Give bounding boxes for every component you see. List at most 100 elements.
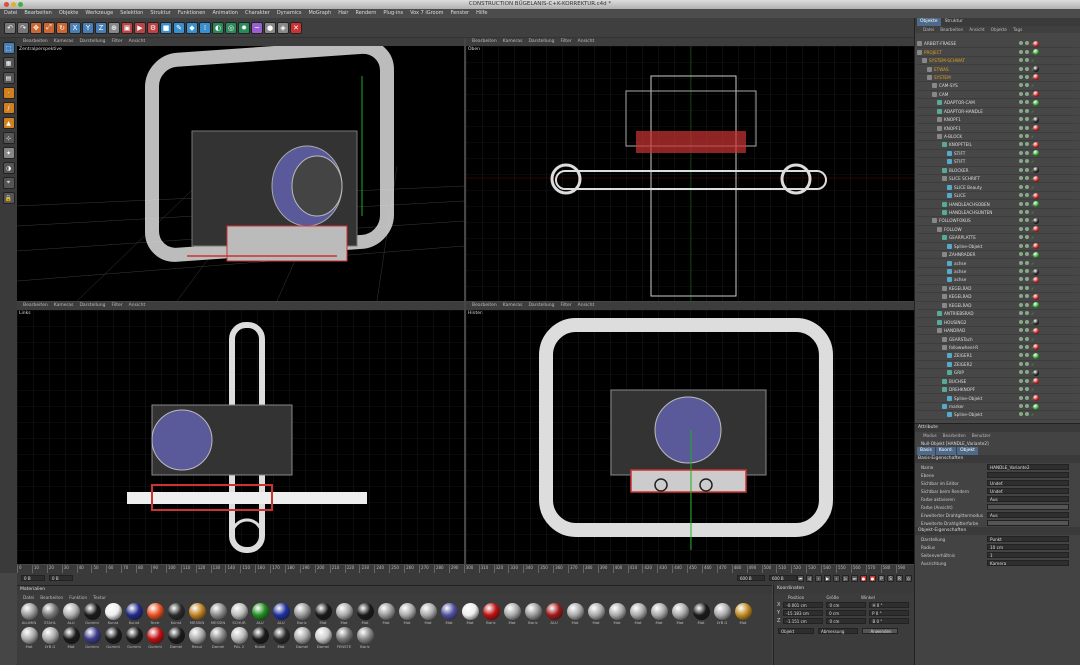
light-icon[interactable]: ✹ — [238, 21, 250, 34]
material-swatch[interactable]: Mat — [628, 603, 648, 626]
pen-icon[interactable]: ✎ — [173, 21, 185, 34]
visibility-dot[interactable] — [1025, 243, 1029, 248]
material-swatch[interactable]: Kunst — [103, 603, 123, 626]
enabled-check-icon[interactable]: ✓ — [1031, 159, 1034, 164]
visibility-dot[interactable] — [1019, 328, 1023, 333]
visibility-dot[interactable] — [1019, 319, 1023, 324]
deformer-icon[interactable]: ~ — [251, 21, 263, 34]
object-tree-item[interactable]: DREHKNOPF ✓ — [917, 386, 1079, 395]
object-tree-item[interactable]: SLICE SCHRIFT✓ — [917, 175, 1079, 184]
timeline-start-field[interactable]: 0 B — [21, 575, 45, 581]
viewport-menu-item[interactable]: Kameras — [503, 302, 523, 310]
material-tag-icon[interactable] — [1033, 378, 1039, 385]
object-menu-item[interactable]: Ansicht — [969, 27, 984, 32]
viewport-menu-item[interactable]: Darstellung — [79, 38, 105, 46]
visibility-flags[interactable]: ✓ — [1019, 387, 1034, 392]
material-swatch[interactable]: PAL 2 — [229, 627, 249, 650]
snap-icon[interactable]: ⌖ — [2, 177, 15, 189]
visibility-dot[interactable] — [1025, 209, 1029, 214]
object-tree-item[interactable]: GRIP✓ — [917, 369, 1079, 378]
visibility-dot[interactable] — [1019, 209, 1023, 214]
material-tag-icon[interactable] — [1033, 395, 1039, 402]
enabled-check-icon[interactable]: ✓ — [1031, 362, 1034, 367]
object-menu-item[interactable]: Bearbeiten — [940, 27, 963, 32]
visibility-dot[interactable] — [1019, 176, 1023, 181]
attribute-tab[interactable]: Basis — [917, 447, 935, 455]
viewport-top[interactable]: Bearbeiten Kameras Darstellung Filter Ansich… — [466, 38, 914, 301]
visibility-dot[interactable] — [1025, 193, 1029, 198]
visibility-dot[interactable] — [1025, 218, 1029, 223]
material-tag-icon[interactable] — [1033, 125, 1039, 132]
material-swatch[interactable]: Kunst — [166, 603, 186, 626]
visibility-dot[interactable] — [1019, 142, 1023, 147]
object-tree-item[interactable]: FOLLOW✓ — [917, 226, 1079, 235]
object-tree-item[interactable]: ETWAS✓ — [917, 65, 1079, 74]
visibility-dot[interactable] — [1025, 269, 1029, 274]
visibility-dot[interactable] — [1025, 83, 1029, 88]
coord-position-field[interactable]: -15.183 cm — [783, 610, 824, 616]
edges-mode-icon[interactable]: / — [2, 102, 15, 114]
attribute-value-field[interactable] — [987, 472, 1069, 478]
visibility-dot[interactable] — [1019, 74, 1023, 79]
object-tree-item[interactable]: FOLLOWFOKUS✓ — [917, 217, 1079, 226]
visibility-dot[interactable] — [1025, 387, 1029, 392]
object-tree-item[interactable]: ADAPTOR-HANDLE ✓ — [917, 108, 1079, 116]
object-tree-item[interactable]: Spline-Objekt✓ — [917, 243, 1079, 251]
play-icon[interactable]: ▶ — [824, 575, 831, 582]
enabled-check-icon[interactable]: ✓ — [1031, 412, 1034, 417]
material-swatch[interactable]: Mat — [313, 603, 333, 626]
visibility-dot[interactable] — [1025, 344, 1029, 349]
visibility-dot[interactable] — [1019, 150, 1023, 155]
material-tag-icon[interactable] — [1033, 66, 1039, 73]
python-icon[interactable]: ✕ — [290, 21, 302, 34]
menu-item[interactable]: MoGraph — [308, 9, 331, 18]
visibility-dot[interactable] — [1019, 91, 1023, 96]
object-tree-item[interactable]: followwheel-R✓ — [917, 344, 1079, 353]
object-tree-item[interactable]: ZEIGER2 ✓ — [917, 361, 1079, 370]
material-tag-icon[interactable] — [1033, 74, 1039, 81]
visibility-dot[interactable] — [1025, 302, 1029, 307]
material-swatch[interactable]: Mat — [502, 603, 522, 626]
viewport-menu-item[interactable]: Darstellung — [528, 302, 554, 310]
minimize-window-button[interactable] — [11, 2, 16, 7]
visibility-dot[interactable] — [1025, 167, 1029, 172]
material-tag-icon[interactable] — [1033, 251, 1039, 258]
coord-size-field[interactable]: 0 cm — [826, 610, 867, 616]
enabled-check-icon[interactable]: ✓ — [1031, 210, 1034, 215]
visibility-dot[interactable] — [1025, 91, 1029, 96]
visibility-dot[interactable] — [1025, 328, 1029, 333]
visibility-flags[interactable]: ✓ — [1019, 235, 1034, 240]
object-tree-item[interactable]: HANDRAD✓ — [917, 327, 1079, 336]
material-swatch[interactable]: Mat — [733, 603, 753, 626]
timeline-ruler[interactable]: 0 10 20 30 40 50 60 70 80 90 100 110 120 130 140 150 160… — [17, 565, 914, 573]
material-tag-icon[interactable] — [1033, 293, 1039, 300]
timeline[interactable]: 0 10 20 30 40 50 60 70 80 90 100 110 120 130 140 150 160… — [17, 565, 930, 585]
attribute-value-field[interactable]: Undef. — [987, 480, 1069, 486]
next-frame-icon[interactable]: › — [833, 575, 840, 582]
visibility-dot[interactable] — [1025, 117, 1029, 122]
visibility-dot[interactable] — [1019, 134, 1023, 139]
object-tree-item[interactable]: achse✓ — [917, 268, 1079, 277]
visibility-dot[interactable] — [1025, 226, 1029, 231]
visibility-dot[interactable] — [1019, 344, 1023, 349]
timeline-end-field[interactable]: 600 B — [737, 575, 765, 581]
visibility-dot[interactable] — [1025, 404, 1029, 409]
menu-item[interactable]: Bearbeiten — [24, 9, 51, 18]
visibility-dot[interactable] — [1019, 302, 1023, 307]
visibility-flags[interactable]: ✓ — [1019, 134, 1034, 139]
menu-item[interactable]: Objekte — [59, 9, 79, 18]
object-tree-item[interactable]: SYSTEM✓ — [917, 74, 1079, 83]
visibility-dot[interactable] — [1025, 277, 1029, 282]
material-swatch[interactable]: ALU — [61, 603, 81, 626]
visibility-dot[interactable] — [1019, 370, 1023, 375]
coord-angle-field[interactable]: P 0 ° — [869, 610, 910, 616]
visibility-dot[interactable] — [1019, 108, 1023, 113]
enabled-check-icon[interactable]: ✓ — [1031, 286, 1034, 291]
viewport-front[interactable]: Bearbeiten Kameras Darstellung Filter Ansich… — [466, 302, 914, 564]
visibility-dot[interactable] — [1025, 260, 1029, 265]
visibility-dot[interactable] — [1019, 226, 1023, 231]
x-axis-icon[interactable]: X — [69, 21, 81, 34]
visibility-dot[interactable] — [1025, 74, 1029, 79]
visibility-dot[interactable] — [1025, 100, 1029, 105]
material-swatch[interactable]: Baric — [292, 603, 312, 626]
